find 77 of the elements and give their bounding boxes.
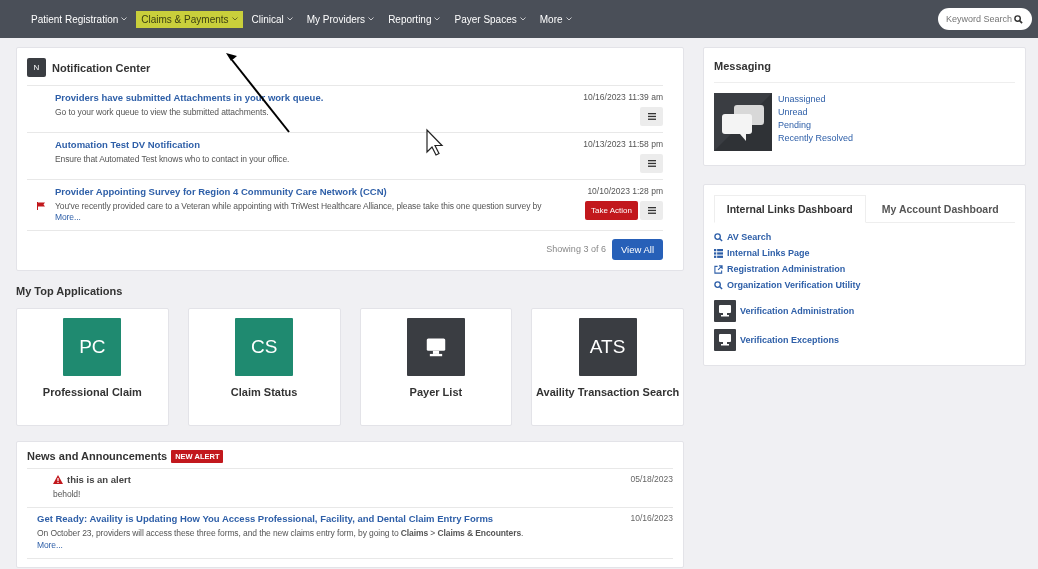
notification-title[interactable]: Provider Appointing Survey for Region 4 Community Care Network (CCN) [55,186,567,197]
messaging-link[interactable]: Unassigned [778,93,854,106]
list-icon [714,248,723,258]
chat-bubbles-icon [714,93,772,151]
app-label: Claim Status [230,385,298,399]
timestamp: 10/13/2023 11:58 pm [583,139,663,149]
notification-text: You've recently provided care to a Veteran while appointing with TriWest Healthcare Alliance, please take this one question survey by More... [55,201,543,224]
nav-menu-item[interactable]: More [534,10,577,28]
notification-text: Ensure that Automated Test knows who to contact in your office. [55,154,291,166]
keyword-search-field[interactable]: Keyword Search [938,8,1014,30]
dashboard-link[interactable]: Verification Exceptions [740,334,840,345]
caret-icon [121,17,128,21]
app-label: Professional Claim [42,385,142,399]
caret-icon [519,17,526,21]
app-icon: ATS [578,317,637,376]
news-date: 05/18/2023 [629,473,673,486]
notification-title[interactable]: Automation Test DV Notification [55,139,567,150]
nav-menu-item[interactable]: My Providers [301,10,380,28]
monitor-icon [718,304,732,317]
menu-icon [647,160,656,167]
application-tile[interactable]: CS Claim Status [187,307,341,426]
view-all-button[interactable]: View All [611,238,663,260]
news-title: this is an alert [67,473,131,485]
dashboard-tab[interactable]: Internal Links Dashboard [714,195,866,223]
dashboard-link[interactable]: Verification Administration [740,305,855,316]
nav-menu-item[interactable]: Patient Registration [26,10,133,28]
section-title: My Top Applications [16,284,124,297]
caret-icon [231,17,238,21]
menu-button[interactable] [640,107,663,126]
application-tile[interactable]: Payer List [359,307,513,426]
dashboard-link[interactable]: AV Search [727,232,772,242]
external-link-icon [714,264,723,274]
notification-text: Go to your work queue to view the submitted attachments. [55,107,270,119]
caret-icon [286,17,293,21]
card-title: Messaging [714,60,771,72]
news-date: 10/16/2023 [629,513,673,526]
timestamp: 10/16/2023 11:39 am [583,92,663,102]
more-link[interactable]: More... [55,212,81,223]
app-label: Availity Transaction Search [536,385,680,399]
app-icon: CS [235,317,294,376]
search-icon [714,280,723,290]
app-icon: PC [63,317,122,376]
menu-button[interactable] [640,201,663,220]
card-title: Notification Center [52,61,151,74]
menu-button[interactable] [640,154,663,173]
messaging-link[interactable]: Pending [778,119,854,132]
card-title: News and Announcements [27,450,168,463]
monitor-icon [718,333,732,346]
dashboard-link[interactable]: Internal Links Page [727,248,810,258]
menu-icon [647,207,656,214]
caret-icon [368,17,375,21]
messaging-link[interactable]: Unread [778,106,854,119]
messaging-link[interactable]: Recently Resolved [778,132,854,145]
menu-icon [647,113,656,120]
nav-menu-item[interactable]: Claims & Payments [136,10,243,28]
nav-menu-item[interactable]: Clinical [246,10,298,28]
news-text: behold! [53,488,82,501]
more-link[interactable]: More... [37,539,63,550]
search-icon [1014,14,1023,24]
application-tile[interactable]: PC Professional Claim [16,307,169,426]
nav-menu-item[interactable]: Payer Spaces [449,10,531,28]
caret-icon [434,17,441,21]
search-icon [714,232,723,242]
app-label: Payer List [409,385,463,399]
mouse-cursor-icon [426,128,444,156]
take-action-button[interactable]: Take Action [585,201,638,220]
nav-menu-item[interactable]: Reporting [383,10,446,28]
showing-count: Showing 3 of 6 [546,244,606,255]
dashboard-link[interactable]: Registration Administration [727,264,846,274]
timestamp: 10/10/2023 1:28 pm [587,186,663,196]
application-tile[interactable]: ATS Availity Transaction Search [531,307,684,426]
news-title[interactable]: Get Ready: Availity is Updating How You Access Professional, Facility, and Dental Claim Entry Forms [37,513,494,525]
warning-icon [53,474,63,484]
caret-icon [565,17,572,21]
news-text: On October 23, providers will access these three forms, and the new claims entry form, by going to Claims > Claims & Encounters. More... [37,528,525,552]
dashboard-link[interactable]: Organization Verification Utility [727,280,861,290]
notification-badge: N [27,58,46,77]
